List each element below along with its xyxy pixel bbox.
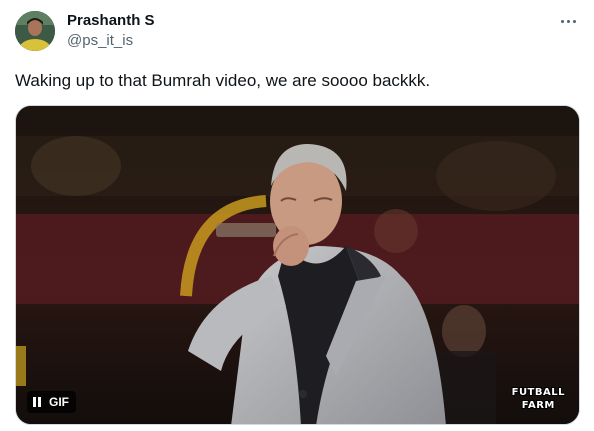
pause-icon bbox=[33, 397, 43, 407]
author-display-name[interactable]: Prashanth S bbox=[67, 11, 155, 31]
more-options-button[interactable] bbox=[556, 10, 580, 32]
avatar-image bbox=[15, 11, 55, 51]
more-dot bbox=[572, 19, 576, 23]
tweet-card: Prashanth S @ps_it_is Waking up to that … bbox=[0, 0, 594, 431]
more-dot bbox=[566, 19, 570, 23]
gif-media[interactable]: GIF FUTBALL FARM bbox=[15, 105, 580, 425]
gif-label: GIF bbox=[49, 395, 69, 409]
gif-badge[interactable]: GIF bbox=[27, 391, 76, 413]
tweet-text: Waking up to that Bumrah video, we are s… bbox=[15, 71, 431, 90]
more-horizontal-icon bbox=[560, 19, 564, 23]
gif-frame-image bbox=[16, 106, 579, 424]
author-handle[interactable]: @ps_it_is bbox=[67, 31, 155, 51]
watermark-logo: FUTBALL FARM bbox=[510, 386, 567, 412]
author-info: Prashanth S @ps_it_is bbox=[67, 11, 155, 51]
watermark-line-2: FARM bbox=[521, 400, 555, 411]
watermark-line-1: FUTBALL bbox=[511, 387, 565, 398]
avatar[interactable] bbox=[15, 11, 55, 51]
